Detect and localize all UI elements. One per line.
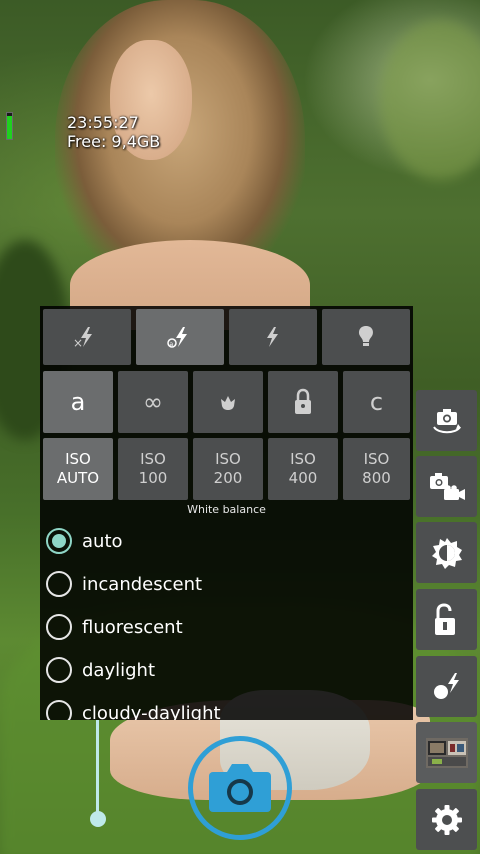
camera-icon (209, 764, 271, 812)
flash-popup-button[interactable] (416, 656, 477, 717)
focus-auto-icon: a (70, 388, 86, 416)
iso-800-line1: ISO (363, 450, 390, 468)
iso-400-line1: ISO (290, 450, 316, 468)
white-balance-title: White balance (187, 503, 266, 516)
wb-option-label: fluorescent (82, 616, 183, 638)
wb-option-label: cloudy-daylight (82, 702, 221, 721)
iso-auto-button[interactable]: ISO AUTO (43, 438, 113, 500)
iso-400-label: ISO 400 (289, 450, 318, 488)
focus-locked-icon (295, 388, 311, 414)
photo-video-mode-button[interactable] (416, 456, 477, 517)
flash-on-icon (267, 327, 278, 347)
zoom-slider-track[interactable] (96, 720, 99, 818)
flash-auto-button[interactable]: a (136, 309, 224, 365)
svg-text:a: a (170, 341, 174, 348)
settings-popup: × a a ∞ c ISO AUTO ISO 100 ISO 200 ISO 4… (40, 306, 413, 720)
exposure-button[interactable] (416, 522, 477, 583)
switch-camera-button[interactable] (416, 390, 477, 451)
flash-auto-icon: a (167, 327, 187, 348)
torch-icon (359, 326, 373, 346)
wb-option-incandescent[interactable]: incandescent (46, 564, 202, 604)
flash-off-button[interactable]: × (43, 309, 131, 365)
exposure-lock-icon (434, 602, 455, 635)
free-storage-text: Free: 9,4GB (67, 132, 161, 151)
svg-text:×: × (73, 336, 83, 349)
focus-macro-button[interactable] (193, 371, 263, 433)
foliage-top-right (380, 20, 480, 180)
radio-unselected-icon[interactable] (46, 571, 72, 597)
gallery-thumbnail-icon (425, 737, 468, 768)
settings-button[interactable] (416, 789, 477, 850)
shutter-button[interactable] (188, 736, 292, 840)
shutter-inner (205, 753, 275, 823)
wb-option-cloudy-daylight[interactable]: cloudy-daylight (46, 693, 221, 720)
flash-off-icon: × (73, 327, 92, 349)
torch-button[interactable] (322, 309, 410, 365)
iso-800-line2: 800 (362, 469, 391, 487)
wb-option-label: daylight (82, 659, 156, 681)
radio-selected-icon[interactable] (46, 528, 72, 554)
focus-continuous-button[interactable]: c (343, 371, 410, 433)
wb-option-auto[interactable]: auto (46, 521, 123, 561)
iso-800-button[interactable]: ISO 800 (343, 438, 410, 500)
radio-unselected-icon[interactable] (46, 657, 72, 683)
radio-unselected-icon[interactable] (46, 700, 72, 720)
clock-text: 23:55:27 (67, 113, 139, 132)
zoom-slider-handle[interactable] (90, 811, 106, 827)
focus-infinity-icon: ∞ (143, 388, 163, 416)
iso-200-line1: ISO (215, 450, 241, 468)
iso-auto-line1: ISO (65, 450, 91, 468)
wb-option-daylight[interactable]: daylight (46, 650, 155, 690)
wb-option-fluorescent[interactable]: fluorescent (46, 607, 183, 647)
photo-video-mode-icon (429, 472, 465, 500)
switch-camera-icon (432, 408, 461, 433)
settings-gear-icon (431, 804, 462, 835)
wb-option-label: auto (82, 530, 123, 552)
radio-unselected-icon[interactable] (46, 614, 72, 640)
exposure-lock-button[interactable] (416, 589, 477, 650)
battery-level-fill (7, 115, 12, 139)
iso-auto-label: ISO AUTO (57, 450, 99, 488)
focus-macro-icon (221, 396, 235, 410)
focus-locked-button[interactable] (268, 371, 338, 433)
focus-auto-button[interactable]: a (43, 371, 113, 433)
focus-continuous-icon: c (369, 388, 384, 416)
flash-popup-icon (433, 672, 459, 699)
iso-100-line2: 100 (138, 469, 168, 487)
battery-indicator (6, 112, 13, 140)
wb-option-label: incandescent (82, 573, 203, 595)
gallery-thumbnail-button[interactable] (416, 722, 477, 783)
iso-400-button[interactable]: ISO 400 (268, 438, 338, 500)
iso-200-button[interactable]: ISO 200 (193, 438, 263, 500)
iso-100-line1: ISO (140, 450, 166, 468)
iso-800-label: ISO 800 (362, 450, 391, 488)
iso-400-line2: 400 (288, 469, 318, 487)
exposure-icon (431, 537, 462, 569)
focus-infinity-button[interactable]: ∞ (118, 371, 188, 433)
iso-100-label: ISO 100 (139, 450, 168, 488)
iso-200-label: ISO 200 (214, 450, 243, 488)
iso-auto-line2: AUTO (56, 469, 100, 487)
iso-100-button[interactable]: ISO 100 (118, 438, 188, 500)
iso-200-line2: 200 (213, 469, 243, 487)
flash-on-button[interactable] (229, 309, 317, 365)
